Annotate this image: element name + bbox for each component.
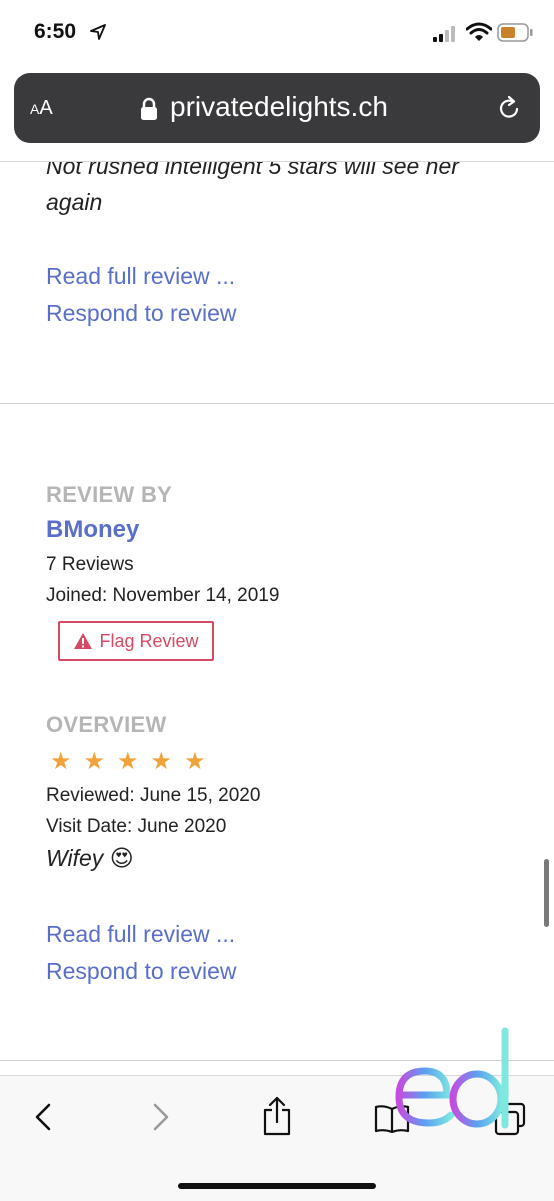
- reviewer-name-link[interactable]: BMoney: [46, 516, 139, 544]
- status-bar: 6:50: [0, 0, 554, 66]
- share-icon[interactable]: [262, 1096, 292, 1136]
- star-icon: ★: [83, 748, 106, 775]
- star-icon: ★: [150, 748, 173, 775]
- visit-date: Visit Date: June 2020: [46, 816, 227, 837]
- star-icon: ★: [117, 748, 139, 775]
- url-domain[interactable]: privatedelights.ch: [170, 91, 388, 123]
- warning-icon: [74, 633, 93, 649]
- respond-to-review-link[interactable]: Respond to review: [46, 300, 237, 327]
- lock-icon: [141, 97, 157, 120]
- reload-icon[interactable]: [496, 95, 522, 121]
- star-rating: ★ ★ ★ ★ ★: [50, 750, 206, 774]
- forward-icon[interactable]: [150, 1102, 172, 1132]
- overview-label: OVERVIEW: [46, 712, 167, 737]
- review-divider: [0, 403, 554, 404]
- reviewer-review-count: 7 Reviews: [46, 554, 134, 575]
- back-icon[interactable]: [32, 1102, 54, 1132]
- reviewer-joined-date: Joined: November 14, 2019: [46, 585, 280, 606]
- location-arrow-icon: [90, 24, 106, 40]
- read-full-review-link[interactable]: Read full review ...: [46, 263, 235, 290]
- home-indicator[interactable]: [178, 1183, 376, 1189]
- address-bar[interactable]: AA privatedelights.ch: [14, 73, 540, 143]
- review-text: Not rushed intelligent 5 stars will see …: [46, 162, 459, 215]
- page-content[interactable]: Not rushed intelligent 5 stars will see …: [0, 162, 554, 1075]
- heart-eyes-emoji-icon: 😍: [109, 845, 134, 871]
- text-size-button[interactable]: AA: [30, 97, 53, 120]
- battery-icon: [497, 23, 533, 42]
- review-by-label: REVIEW BY: [46, 482, 173, 507]
- read-full-review-link[interactable]: Read full review ...: [46, 921, 235, 948]
- star-icon: ★: [184, 748, 206, 775]
- scrollbar[interactable]: [544, 859, 549, 927]
- review-summary: Wifey 😍: [46, 845, 134, 872]
- status-time: 6:50: [34, 20, 77, 43]
- review-summary-text: Wifey: [46, 845, 104, 871]
- star-icon: ★: [50, 748, 72, 775]
- ed-logo-watermark: [395, 1027, 509, 1129]
- flag-review-button[interactable]: Flag Review: [58, 621, 214, 661]
- reviewed-date: Reviewed: June 15, 2020: [46, 785, 261, 806]
- respond-to-review-link[interactable]: Respond to review: [46, 958, 237, 985]
- wifi-icon: [466, 22, 492, 41]
- cellular-signal-icon: [433, 26, 455, 42]
- flag-review-label: Flag Review: [99, 630, 199, 651]
